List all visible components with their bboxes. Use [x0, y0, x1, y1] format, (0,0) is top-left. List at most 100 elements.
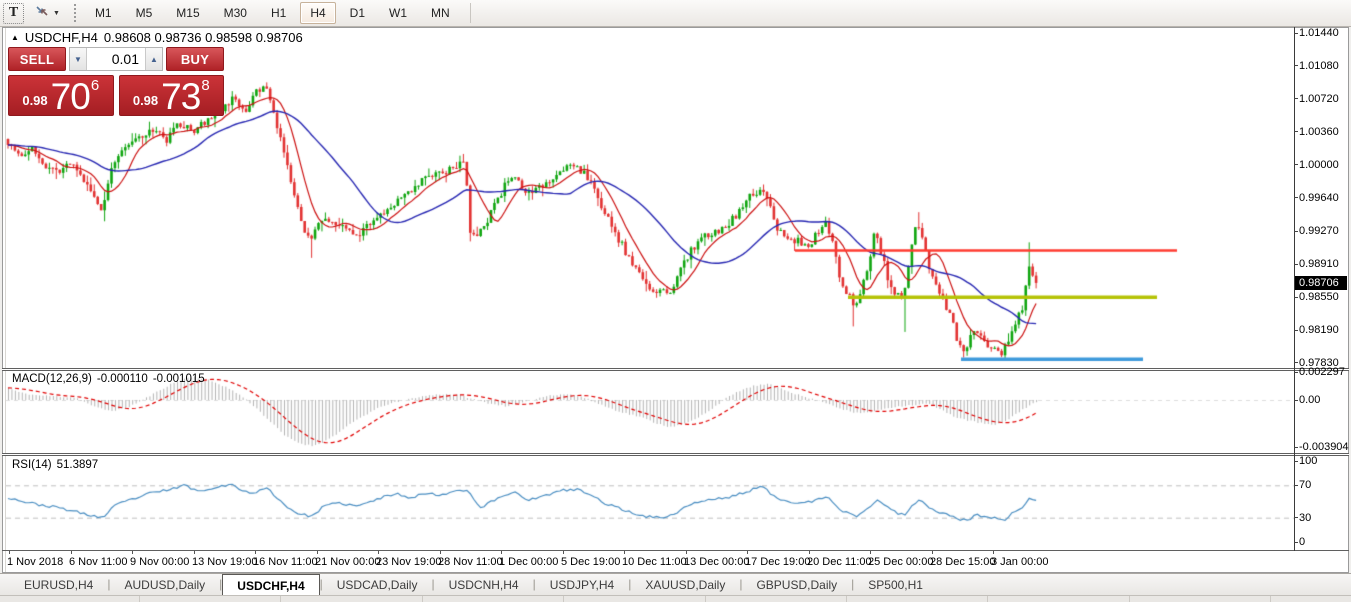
time-axis-tick	[870, 551, 871, 554]
timeframe-button-m30[interactable]: M30	[214, 2, 257, 24]
strip-mark	[139, 596, 140, 602]
time-axis-tick	[624, 551, 625, 554]
rsi-timeaxis-border	[2, 550, 1349, 551]
chart-tab-usdjpy[interactable]: USDJPY,H4	[536, 574, 628, 595]
price-axis-tick	[1294, 330, 1298, 331]
lot-size-field[interactable]: 0.01	[87, 48, 145, 70]
timeframe-button-m5[interactable]: M5	[126, 2, 163, 24]
time-axis-tick	[132, 551, 133, 554]
sell-price-tile[interactable]: 0.98 70 6	[8, 75, 114, 116]
macd-axis-tick	[1294, 372, 1298, 373]
arrow-down-icon: ▼	[74, 55, 82, 64]
chart-tab-usdcnh[interactable]: USDCNH,H4	[435, 574, 533, 595]
macd-axis-label: 0.00	[1299, 394, 1320, 406]
chart-tab-bar: EURUSD,H4|AUDUSD,Daily|USDCHF,H4|USDCAD,…	[0, 573, 1351, 595]
chart-tab-gbpusd[interactable]: GBPUSD,Daily	[742, 574, 851, 595]
price-axis-label: 1.00720	[1299, 93, 1339, 105]
lot-decrease-button[interactable]: ▼	[70, 48, 87, 70]
timeframe-group: M1M5M15M30H1H4D1W1MN	[85, 2, 460, 24]
chart-tab-usdcad[interactable]: USDCAD,Daily	[323, 574, 432, 595]
chart-tab-usdchf[interactable]: USDCHF,H4	[222, 574, 319, 595]
chart-tab-sp500[interactable]: SP500,H1	[854, 574, 937, 595]
time-axis-tick	[255, 551, 256, 554]
time-axis-tick	[993, 551, 994, 554]
rsi-axis-tick	[1294, 461, 1298, 462]
macd-label: MACD(12,26,9)-0.000110-0.001015	[12, 373, 210, 385]
chart-symbol: USDCHF,H4	[25, 30, 98, 45]
time-axis-label: 17 Dec 19:00	[745, 556, 810, 568]
lot-increase-button[interactable]: ▲	[145, 48, 162, 70]
rsi-axis-tick	[1294, 542, 1298, 543]
time-axis-tick	[932, 551, 933, 554]
timeframe-button-h4[interactable]: H4	[300, 2, 335, 24]
timeframe-button-m15[interactable]: M15	[166, 2, 209, 24]
strip-mark	[705, 596, 706, 602]
sell-button[interactable]: SELL	[8, 47, 66, 71]
macd-rsi-splitter[interactable]	[2, 453, 1349, 456]
price-axis-tick	[1294, 297, 1298, 298]
strip-mark	[1270, 596, 1271, 602]
timeframe-button-d1[interactable]: D1	[340, 2, 375, 24]
toolbar-grip[interactable]	[74, 4, 77, 22]
chevron-down-icon: ▼	[53, 10, 60, 17]
time-axis-tick	[747, 551, 748, 554]
chart-ohlc-values: 0.98608 0.98736 0.98598 0.98706	[104, 30, 303, 45]
rsi-axis-tick	[1294, 517, 1298, 518]
strip-mark	[1129, 596, 1130, 602]
strip-mark	[563, 596, 564, 602]
rsi-axis-label: 70	[1299, 479, 1311, 491]
macd-axis-label: 0.002297	[1299, 366, 1345, 378]
lot-size-stepper: ▼ 0.01 ▲	[69, 47, 163, 71]
chart-tab-eurusd[interactable]: EURUSD,H4	[10, 574, 107, 595]
time-axis-tick	[71, 551, 72, 554]
arrows-icon	[34, 3, 50, 24]
collapse-arrow-icon[interactable]: ▲	[11, 33, 19, 42]
price-axis-tick	[1294, 197, 1298, 198]
bottom-scroll-strip[interactable]	[0, 595, 1351, 602]
price-axis-tick	[1294, 65, 1298, 66]
time-axis-label: 5 Dec 19:00	[561, 556, 620, 568]
chart-tab-xauusd[interactable]: XAUUSD,Daily	[631, 574, 739, 595]
time-axis-label: 6 Nov 11:00	[69, 556, 128, 568]
time-axis-label: 13 Nov 19:00	[192, 556, 257, 568]
time-axis-tick	[501, 551, 502, 554]
price-axis-label: 0.98550	[1299, 291, 1339, 303]
text-tool-button[interactable]: T	[3, 3, 24, 24]
price-macd-splitter[interactable]	[2, 368, 1349, 371]
strip-mark	[280, 596, 281, 602]
time-axis-label: 25 Dec 00:00	[868, 556, 933, 568]
macd-axis-tick	[1294, 447, 1298, 448]
timeframe-button-h1[interactable]: H1	[261, 2, 296, 24]
timeframe-button-m1[interactable]: M1	[85, 2, 122, 24]
buy-price-tile[interactable]: 0.98 73 8	[119, 75, 225, 116]
price-axis-tick	[1294, 362, 1298, 363]
time-axis-label: 9 Nov 00:00	[130, 556, 189, 568]
arrows-tool-button[interactable]: ▼	[30, 3, 64, 24]
timeframe-button-w1[interactable]: W1	[379, 2, 417, 24]
time-axis-label: 1 Dec 00:00	[499, 556, 558, 568]
timeframe-button-mn[interactable]: MN	[421, 2, 460, 24]
chart-tab-audusd[interactable]: AUDUSD,Daily	[110, 574, 219, 595]
time-axis-label: 16 Nov 11:00	[253, 556, 318, 568]
price-axis-tick	[1294, 164, 1298, 165]
time-axis-tick	[440, 551, 441, 554]
arrow-up-icon: ▲	[150, 55, 158, 64]
price-axis-label: 0.99270	[1299, 225, 1339, 237]
time-axis-label: 28 Nov 11:00	[438, 556, 503, 568]
top-toolbar: T ▼ M1M5M15M30H1H4D1W1MN	[0, 0, 1351, 27]
buy-button[interactable]: BUY	[166, 47, 224, 71]
rsi-axis-label: 0	[1299, 536, 1305, 548]
current-price-tag: 0.98706	[1295, 276, 1347, 290]
price-axis-label: 0.99640	[1299, 192, 1339, 204]
time-axis-label: 28 Dec 15:00	[930, 556, 995, 568]
strip-mark	[846, 596, 847, 602]
time-axis-tick	[809, 551, 810, 554]
price-axis-label: 1.01080	[1299, 60, 1339, 72]
rsi-axis-label: 100	[1299, 455, 1317, 467]
time-axis-label: 13 Dec 00:00	[684, 556, 749, 568]
time-axis-tick	[686, 551, 687, 554]
time-axis-label: 21 Nov 00:00	[315, 556, 380, 568]
price-axis-label: 0.98910	[1299, 258, 1339, 270]
rsi-indicator-canvas[interactable]	[6, 457, 1294, 550]
price-axis-tick	[1294, 131, 1298, 132]
